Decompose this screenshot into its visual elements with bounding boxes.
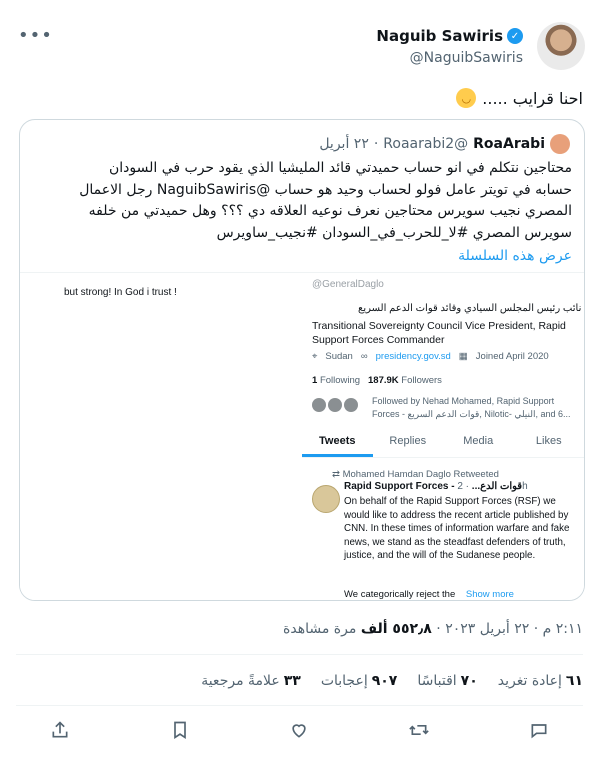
rsf-avatar: [312, 485, 340, 513]
author-name[interactable]: Naguib Sawiris: [376, 27, 503, 45]
quoted-date: ٢٢ أبريل: [319, 136, 369, 152]
quoted-line-3: المصري نجيب سويرس محتاجين نعرف نوعيه الع…: [88, 203, 572, 219]
author-name-row[interactable]: Naguib Sawiris ✓: [376, 27, 523, 45]
image-followed-by: Followed by Nehad Mohamed, Rapid Support…: [372, 396, 571, 419]
views-count: ٥٥٢٫٨ ألف: [360, 621, 432, 637]
followers-count: 187.9K: [368, 375, 399, 386]
image-bio-english: Transitional Sovereignty Council Vice Pr…: [312, 320, 566, 346]
image-tab-replies: Replies: [389, 435, 427, 447]
like-icon[interactable]: [287, 718, 311, 742]
author-handle[interactable]: @NaguibSawiris: [410, 50, 523, 66]
stat-likes[interactable]: ٩٠٧إعجابات: [321, 673, 398, 689]
more-options-icon[interactable]: •••: [18, 25, 53, 46]
stat-bookmarks[interactable]: ٣٣علامةً مرجعية: [201, 673, 301, 689]
tweet-time-date[interactable]: ٢:١١ م · ٢٢ أبريل ٢٠٢٣ ·: [432, 621, 583, 637]
stat-quotes-count: ٧٠: [460, 673, 478, 689]
image-joined: Joined April 2020: [475, 351, 549, 362]
quoted-author-handle: @Roaarabi2: [383, 136, 469, 152]
image-left-text: but strong! In God i trust !: [64, 287, 177, 298]
stat-likes-count: ٩٠٧: [371, 673, 398, 689]
image-tab-media: Media: [463, 435, 494, 447]
smiling-face-emoji-icon: ◡: [456, 88, 477, 108]
quoted-line-1: محتاجين نتكلم في انو حساب حميدتي قائد ال…: [108, 160, 572, 176]
image-rsf-name: Rapid Support Forces - قوات الدع...: [344, 481, 523, 492]
following-count: 1: [312, 375, 318, 386]
stat-retweets-count: ٦١: [565, 673, 583, 689]
follower-avatar: [328, 398, 342, 412]
image-profile-handle: @GeneralDaglo: [312, 279, 384, 290]
quoted-tweet-header: RoaArabi @Roaarabi2 · ٢٢ أبريل: [319, 134, 570, 154]
quoted-separator: ·: [373, 136, 379, 152]
verified-badge-icon: ✓: [507, 28, 523, 44]
link-icon: ∞: [360, 351, 368, 362]
stat-quotes[interactable]: ٧٠اقتباسًا: [417, 673, 477, 689]
quoted-line-2: حسابه في تويتر عامل فولو لحساب وحيد هو ح…: [79, 181, 572, 198]
show-thread-link[interactable]: عرض هذه السلسلة: [458, 248, 572, 264]
stat-retweets[interactable]: ٦١إعادة تغريد: [498, 673, 583, 689]
quoted-tweet-image[interactable]: but strong! In God i trust ! @GeneralDag…: [20, 272, 584, 600]
quoted-author-name: RoaArabi: [473, 136, 545, 152]
image-tab-tweets: Tweets: [302, 431, 373, 457]
location-icon: ⌖: [312, 351, 318, 362]
tweet-text-row: احنا قرايب ..... ◡: [456, 88, 583, 108]
followed-by-avatars: [312, 398, 358, 412]
stat-bookmarks-count: ٣٣: [283, 673, 301, 689]
image-tab-likes: Likes: [535, 435, 562, 447]
tweet-text: احنا قرايب .....: [482, 88, 583, 108]
follower-avatar: [312, 398, 326, 412]
quoted-line-4: سويرس المصري #لا_للحرب_في_السودان #نجيب_…: [216, 224, 572, 241]
engagement-stats: ٦١إعادة تغريد ٧٠اقتباسًا ٩٠٧إعجابات ٣٣عل…: [201, 673, 583, 689]
follower-avatar: [344, 398, 358, 412]
image-profile-screenshot: @GeneralDaglo نائب رئيس المجلس السيادي و…: [302, 273, 584, 600]
divider: [16, 654, 583, 655]
quoted-author-avatar: [550, 134, 570, 154]
retweet-small-icon: ⇄: [332, 469, 343, 480]
divider: [16, 705, 583, 706]
stat-bookmarks-label: علامةً مرجعية: [201, 673, 280, 689]
bookmark-icon[interactable]: [168, 718, 192, 742]
image-retweeted-label: Mohamed Hamdan Daglo Retweeted: [342, 469, 499, 480]
stat-quotes-label: اقتباسًا: [417, 673, 457, 689]
image-bio-arabic: نائب رئيس المجلس السيادي وقائد قوات الدع…: [358, 303, 582, 314]
image-follow-counts: 1 Following 187.9K Followers: [312, 375, 442, 386]
following-label: Following: [319, 375, 361, 386]
image-profile-tabs: Tweets Replies Media Likes: [302, 431, 584, 458]
tweet-actions-bar: [0, 718, 599, 742]
image-rsf-text: On behalf of the Rapid Support Forces (R…: [344, 496, 570, 561]
image-cut-line: We categorically reject the Show more: [344, 589, 514, 600]
quoted-tweet-text: محتاجين نتكلم في انو حساب حميدتي قائد ال…: [42, 158, 572, 244]
stat-likes-label: إعجابات: [320, 673, 368, 689]
reply-icon[interactable]: [527, 718, 551, 742]
quoted-tweet[interactable]: RoaArabi @Roaarabi2 · ٢٢ أبريل محتاجين ن…: [19, 119, 585, 601]
views-label: مرة مشاهدة: [283, 621, 361, 637]
image-retweeted-by: ⇄ Mohamed Hamdan Daglo Retweeted: [332, 469, 499, 480]
image-rsf-header: Rapid Support Forces - قوات الدع... · 2h: [344, 481, 528, 492]
author-avatar[interactable]: [537, 22, 585, 70]
image-location: Sudan: [325, 351, 353, 362]
share-icon[interactable]: [48, 718, 72, 742]
calendar-icon: ▦: [458, 351, 468, 362]
image-show-more: Show more: [465, 589, 514, 600]
image-link: presidency.gov.sd: [375, 351, 451, 362]
stat-retweets-label: إعادة تغريد: [497, 673, 562, 689]
followers-label: Followers: [401, 375, 442, 386]
image-profile-meta: ⌖ Sudan ∞ presidency.gov.sd ▦ Joined Apr…: [312, 351, 549, 362]
image-cut-text: We categorically reject the: [344, 589, 456, 600]
retweet-icon[interactable]: [407, 718, 431, 742]
tweet-timestamp-views: ٢:١١ م · ٢٢ أبريل ٢٠٢٣ · ٥٥٢٫٨ ألف مرة م…: [283, 621, 583, 637]
